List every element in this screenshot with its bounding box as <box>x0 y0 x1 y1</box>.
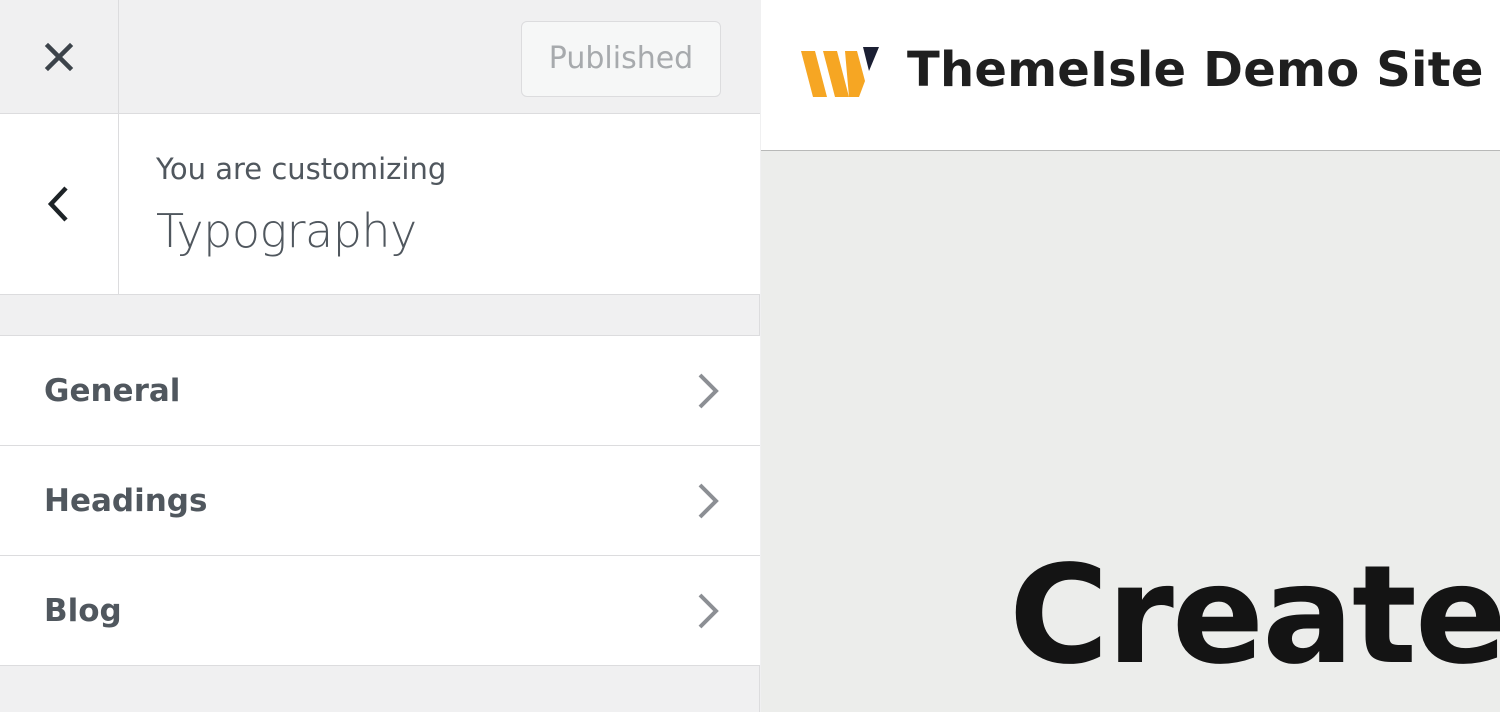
site-logo-icon[interactable] <box>801 47 881 99</box>
customizer-topbar: Published <box>0 0 760 114</box>
chevron-right-icon <box>698 483 719 518</box>
published-button[interactable]: Published <box>521 21 721 97</box>
logo-stroke-2 <box>823 51 849 97</box>
customizing-label: You are customizing <box>156 152 447 186</box>
chevron-right-icon <box>698 593 719 628</box>
site-header: ThemeIsle Demo Site <box>761 0 1500 151</box>
section-title: Typography <box>156 204 417 258</box>
close-customizer-button[interactable] <box>0 0 119 113</box>
logo-stroke-3 <box>845 51 865 97</box>
menu-item-label: Blog <box>44 592 122 629</box>
typography-menu: General Headings Blog <box>0 335 760 666</box>
close-icon <box>44 42 74 71</box>
logo-accent <box>863 47 879 71</box>
menu-item-blog[interactable]: Blog <box>0 556 760 666</box>
site-title[interactable]: ThemeIsle Demo Site <box>907 42 1484 98</box>
menu-item-general[interactable]: General <box>0 336 760 446</box>
menu-item-headings[interactable]: Headings <box>0 446 760 556</box>
hero-heading: Create <box>1009 537 1500 695</box>
site-preview: ThemeIsle Demo Site Create <box>761 0 1500 712</box>
customizer-panel: Published You are customizing Typography… <box>0 0 760 712</box>
chevron-right-icon <box>698 373 719 408</box>
chevron-left-icon <box>47 186 68 222</box>
logo-stroke-1 <box>801 51 827 97</box>
back-button[interactable] <box>0 114 119 294</box>
menu-item-label: Headings <box>44 482 208 519</box>
menu-item-label: General <box>44 372 181 409</box>
section-header: You are customizing Typography <box>0 114 760 295</box>
